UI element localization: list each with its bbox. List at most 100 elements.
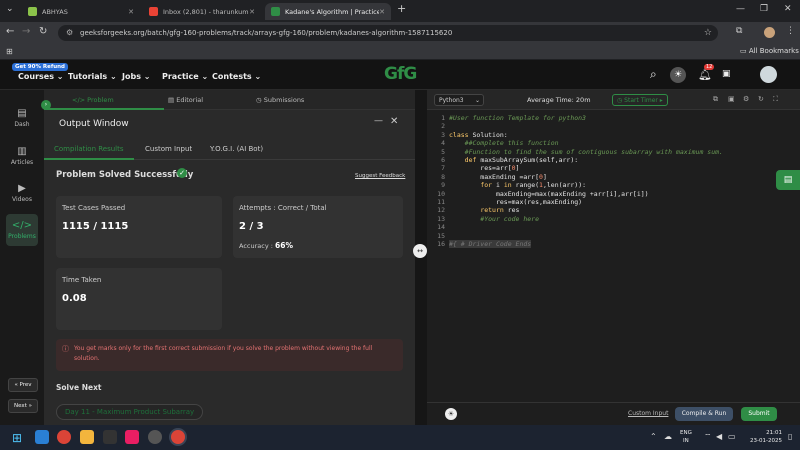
windows-start-icon[interactable]: ⊞ [12,431,22,445]
close-icon[interactable]: ✕ [128,8,134,16]
custom-input-link[interactable]: Custom Input [628,410,668,417]
volume-icon[interactable]: ◀ [716,432,722,441]
close-icon[interactable]: ✕ [249,8,255,16]
clock-date: 23-01-2025 [750,438,782,444]
profile-avatar[interactable] [764,27,775,38]
language-value: Python3 [439,97,464,104]
notification-count-badge: 12 [704,64,715,70]
menu-icon[interactable]: ⋮ [786,26,795,36]
tab-search-icon[interactable]: ⌄ [6,4,14,14]
next-problem-link[interactable]: Day 11 - Maximum Product Subarray [56,404,204,420]
line-number: 6 [441,156,445,164]
subtab-custom-input[interactable]: Custom Input [145,145,192,153]
start-timer-button[interactable]: ◷ Start Timer ▸ [612,94,668,106]
tab-submissions[interactable]: ◷ Submissions [256,96,304,104]
edge-icon[interactable] [35,430,49,444]
problem-tabs: › </> Problem ▤ Editorial ◷ Submissions [41,90,415,110]
nav-tutorials[interactable]: Tutorials ⌄ [68,72,117,81]
language-select[interactable]: Python3 ⌄ [434,94,484,106]
line-number: 16 [437,240,445,248]
problem-panel: › </> Problem ▤ Editorial ◷ Submissions … [41,90,419,425]
extensions-icon[interactable]: ⧉ [736,26,742,36]
nav-contests[interactable]: Contests ⌄ [212,72,261,81]
copy-icon[interactable]: ⧉ [713,95,718,104]
gfg-favicon-icon [271,7,280,16]
minimize-icon[interactable]: — [736,4,745,14]
forward-icon[interactable]: → [22,26,30,37]
notice-text: You get marks only for the first correct… [74,345,373,362]
language-indicator[interactable]: ENG IN [680,429,692,445]
nav-practice[interactable]: Practice ⌄ [162,72,208,81]
sidebar-item-problems[interactable]: </> Problems [6,214,38,246]
app-icon[interactable] [103,430,117,444]
save-icon[interactable]: ▣ [728,95,735,103]
attempts-label: Attempts : Correct / Total [239,204,327,212]
sidebar-item-articles[interactable]: ▥ Articles [6,146,38,166]
cloud-icon[interactable]: ☁ [664,432,672,441]
code-line: maxEnding =arr[0] [449,172,547,181]
clock[interactable]: 21:01 23-01-2025 [744,429,782,445]
tab-abhyas[interactable]: ABHYAS ✕ [22,3,140,20]
submit-button[interactable]: Submit [741,407,777,421]
code-line: res=arr[0] [449,164,520,173]
notifications-icon[interactable]: ▯ [788,432,792,441]
battery-icon[interactable]: ▭ [728,432,736,441]
tab-kadane[interactable]: Kadane's Algorithm | Practice | ✕ [265,3,391,20]
close-panel-icon[interactable]: ✕ [390,116,398,127]
compile-run-button[interactable]: Compile & Run [675,407,733,421]
wifi-icon[interactable]: ⌔ [704,432,712,442]
chevron-up-icon[interactable]: ⌃ [650,432,657,441]
back-icon[interactable]: ← [6,26,14,37]
search-icon[interactable]: ⌕ [650,67,657,82]
suggest-feedback-link[interactable]: Suggest Feedback [355,173,405,179]
tab-problem[interactable]: </> Problem [72,96,114,104]
chrome-active-icon[interactable] [171,430,185,444]
nav-courses[interactable]: Courses ⌄ [18,72,63,81]
bookmark-star-icon[interactable]: ☆ [704,25,712,41]
minimize-panel-icon[interactable]: — [374,116,383,126]
resize-handle-icon[interactable]: ↔ [413,244,427,258]
output-window: Output Window — ✕ Compilation Results Cu… [44,110,419,425]
reload-icon[interactable]: ↻ [39,26,47,37]
sidebar-item-videos[interactable]: ▶ Videos [6,183,38,203]
github-icon[interactable] [148,430,162,444]
fullscreen-icon[interactable]: ⛶ [773,95,778,104]
tab-editorial[interactable]: ▤ Editorial [168,96,203,104]
theme-toggle-icon[interactable]: ☀ [670,67,686,83]
site-info-icon[interactable]: ⚙ [66,25,73,41]
refund-badge[interactable]: Get 90% Refund [12,63,68,71]
close-icon[interactable]: ✕ [379,8,385,16]
time-taken-label: Time Taken [62,276,102,284]
code-area[interactable]: 1 #User function Template for python3 2 3 cl… [427,110,800,400]
new-tab-icon[interactable]: + [397,2,406,15]
next-button[interactable]: Next » [8,399,38,413]
settings-icon[interactable]: ⚙ [743,95,749,103]
user-avatar[interactable] [760,66,777,83]
tab-inbox[interactable]: Inbox (2,801) - tharunkumarp@ ✕ [143,3,261,20]
chat-icon[interactable]: ▤ [776,170,800,190]
output-subtabs: Compilation Results Custom Input Y.O.G.I… [44,140,415,160]
sidebar-item-dash[interactable]: ▤ Dash [6,108,38,128]
gfg-logo[interactable]: GfG [384,64,417,84]
all-bookmarks[interactable]: ▭ All Bookmarks [740,47,799,55]
panel-divider[interactable]: ↔ [413,90,427,425]
reset-icon[interactable]: ↻ [758,95,764,103]
code-icon: </> [11,220,33,231]
attempts-card: Attempts : Correct / Total 2 / 3 Accurac… [233,196,403,258]
restore-icon[interactable]: ❐ [760,4,768,14]
theme-icon[interactable]: ☀ [445,408,457,420]
close-window-icon[interactable]: ✕ [784,4,792,14]
nav-jobs[interactable]: Jobs ⌄ [122,72,150,81]
file-explorer-icon[interactable] [80,430,94,444]
app-icon[interactable] [125,430,139,444]
url-field[interactable]: ⚙ geeksforgeeks.org/batch/gfg-160-proble… [58,25,718,41]
cards-icon[interactable]: ▣ [722,69,731,79]
accuracy-value: 66% [275,241,293,250]
prev-button[interactable]: « Prev [8,378,38,392]
nav-label: Tutorials [68,72,108,81]
apps-grid-icon[interactable]: ⊞ [6,47,13,56]
chrome-icon[interactable] [57,430,71,444]
subtab-compilation-results[interactable]: Compilation Results [54,145,124,153]
line-number: 8 [441,172,445,181]
subtab-yogi-ai-bot[interactable]: Y.O.G.I. (AI Bot) [210,145,263,153]
